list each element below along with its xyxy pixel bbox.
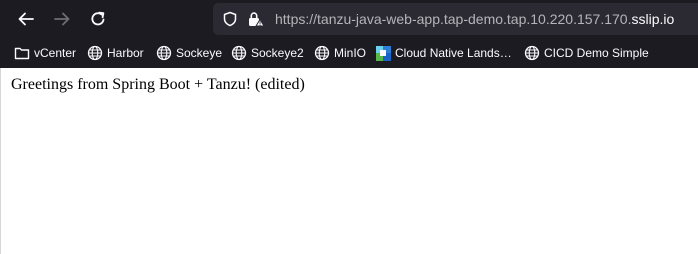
bookmark-sockeye[interactable]: Sockeye: [156, 44, 222, 62]
globe-icon: [87, 45, 103, 61]
url-host: sslip.io: [631, 11, 675, 27]
bookmark-label: CICD Demo Simple: [544, 46, 649, 60]
lock-warning-icon[interactable]: [247, 11, 265, 32]
arrow-right-icon: [54, 12, 70, 26]
url-prefix: https://tanzu-java-web-app.tap-demo.tap.…: [275, 11, 632, 27]
bookmark-label: Sockeye2: [251, 46, 304, 60]
page-content: Greetings from Spring Boot + Tanzu! (edi…: [0, 68, 698, 254]
globe-icon: [231, 45, 247, 61]
forward-button[interactable]: [49, 6, 75, 32]
reload-icon: [91, 11, 105, 26]
bookmark-sockeye2[interactable]: Sockeye2: [231, 44, 304, 62]
folder-icon: [14, 47, 30, 60]
bookmark-label: Harbor: [107, 46, 144, 60]
globe-icon: [524, 45, 540, 61]
arrow-left-icon: [18, 12, 34, 26]
bookmark-vcenter[interactable]: vCenter: [14, 44, 76, 62]
bookmark-cicd-demo-simple[interactable]: CICD Demo Simple: [524, 44, 649, 62]
bookmark-cloud-native-landscape[interactable]: Cloud Native Lands…: [376, 44, 512, 62]
globe-icon: [314, 45, 330, 61]
navigation-toolbar: https://tanzu-java-web-app.tap-demo.tap.…: [0, 0, 698, 38]
url-text[interactable]: https://tanzu-java-web-app.tap-demo.tap.…: [275, 11, 674, 27]
bookmark-harbor[interactable]: Harbor: [87, 44, 144, 62]
browser-chrome: https://tanzu-java-web-app.tap-demo.tap.…: [0, 0, 698, 68]
bookmarks-toolbar: vCenter Harbor Sockeye Sockeye2 MinIO Cl…: [0, 38, 698, 68]
bookmark-minio[interactable]: MinIO: [314, 44, 366, 62]
bookmark-label: Sockeye: [176, 46, 223, 60]
address-bar[interactable]: https://tanzu-java-web-app.tap-demo.tap.…: [213, 3, 698, 35]
tracking-protection-shield-icon[interactable]: [222, 11, 238, 32]
greeting-text: Greetings from Spring Boot + Tanzu! (edi…: [11, 76, 305, 93]
cncf-landscape-icon: [376, 45, 391, 61]
bookmark-label: MinIO: [334, 46, 367, 60]
bookmark-label: vCenter: [34, 46, 77, 60]
globe-icon: [156, 45, 172, 61]
back-button[interactable]: [13, 6, 39, 32]
reload-button[interactable]: [85, 6, 111, 32]
bookmark-label: Cloud Native Lands…: [395, 46, 512, 60]
